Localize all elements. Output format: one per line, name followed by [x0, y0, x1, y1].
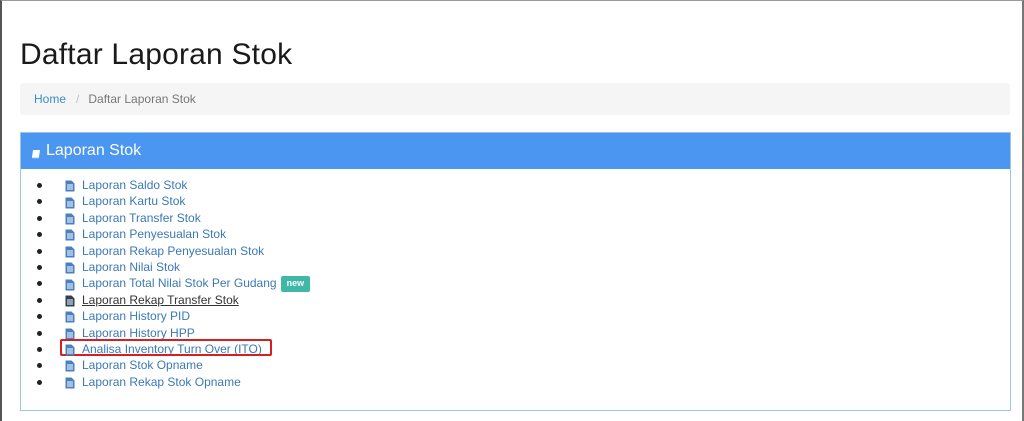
document-icon: [65, 246, 75, 258]
laporan-stok-panel: Laporan Stok Laporan Saldo Stok Laporan …: [20, 132, 1011, 411]
report-link-rekap-transfer-stok[interactable]: Laporan Rekap Transfer Stok: [82, 292, 239, 308]
list-item: Laporan History HPP: [37, 325, 1010, 341]
report-link-stok-opname[interactable]: Laporan Stok Opname: [82, 357, 203, 373]
report-link-penyesualan-stok[interactable]: Laporan Penyesualan Stok: [82, 226, 226, 242]
bullet: [37, 215, 42, 221]
bullet: [37, 330, 42, 336]
list-item: Laporan Nilai Stok: [37, 259, 1010, 275]
panel-title: Laporan Stok: [46, 142, 142, 159]
panel-heading: Laporan Stok: [21, 133, 1010, 169]
document-icon: [65, 262, 75, 274]
document-icon: [65, 311, 75, 323]
list-item: Laporan Saldo Stok: [37, 177, 1010, 193]
list-item: Laporan Kartu Stok: [37, 193, 1010, 209]
report-link-kartu-stok[interactable]: Laporan Kartu Stok: [82, 193, 185, 209]
report-link-history-pid[interactable]: Laporan History PID: [82, 308, 190, 324]
document-icon: [65, 229, 75, 241]
panel-body: Laporan Saldo Stok Laporan Kartu Stok La…: [21, 169, 1010, 390]
bullet: [37, 346, 42, 352]
report-link-rekap-stok-opname[interactable]: Laporan Rekap Stok Opname: [82, 374, 241, 390]
document-icon: [65, 295, 75, 307]
report-link-nilai-stok[interactable]: Laporan Nilai Stok: [82, 259, 180, 275]
document-icon: [65, 344, 75, 356]
list-item: Laporan Transfer Stok: [37, 210, 1010, 226]
bullet: [37, 281, 42, 287]
bullet: [37, 232, 42, 238]
breadcrumb-current: Daftar Laporan Stok: [88, 92, 196, 106]
list-item: Laporan Rekap Transfer Stok: [37, 292, 1010, 308]
report-link-history-hpp[interactable]: Laporan History HPP: [82, 325, 195, 341]
list-item: Laporan History PID: [37, 308, 1010, 324]
new-badge: new: [280, 275, 311, 292]
bullet: [37, 248, 42, 254]
bullet: [37, 314, 42, 320]
book-icon: [31, 146, 41, 159]
list-item: Laporan Penyesualan Stok: [37, 226, 1010, 242]
page-title: Daftar Laporan Stok: [20, 38, 293, 71]
bullet: [37, 264, 42, 270]
report-link-transfer-stok[interactable]: Laporan Transfer Stok: [82, 210, 201, 226]
document-icon: [65, 360, 75, 372]
list-item: Laporan Stok Opname: [37, 357, 1010, 373]
document-icon: [65, 197, 75, 209]
list-item: Laporan Total Nilai Stok Per Gudang new: [37, 275, 1010, 292]
bullet: [37, 379, 42, 385]
bullet: [37, 183, 42, 188]
bullet: [37, 297, 42, 303]
bullet: [37, 363, 42, 369]
breadcrumb-home-link[interactable]: Home: [34, 92, 66, 106]
report-link-analisa-ito[interactable]: Analisa Inventory Turn Over (ITO): [82, 341, 262, 357]
document-icon: [65, 180, 75, 192]
document-icon: [65, 328, 75, 340]
report-link-saldo-stok[interactable]: Laporan Saldo Stok: [82, 177, 187, 193]
breadcrumb-separator: /: [76, 92, 80, 106]
document-icon: [65, 213, 75, 225]
report-list: Laporan Saldo Stok Laporan Kartu Stok La…: [21, 177, 1010, 390]
list-item: Analisa Inventory Turn Over (ITO): [37, 338, 1010, 357]
document-icon: [65, 377, 75, 389]
breadcrumb: Home / Daftar Laporan Stok: [20, 83, 1010, 115]
list-item: Laporan Rekap Stok Opname: [37, 374, 1010, 390]
report-link-total-nilai-stok-per-gudang[interactable]: Laporan Total Nilai Stok Per Gudang: [82, 275, 277, 291]
bullet: [37, 199, 42, 205]
document-icon: [65, 279, 75, 291]
report-link-rekap-penyesualan-stok[interactable]: Laporan Rekap Penyesualan Stok: [82, 243, 264, 259]
list-item: Laporan Rekap Penyesualan Stok: [37, 243, 1010, 259]
